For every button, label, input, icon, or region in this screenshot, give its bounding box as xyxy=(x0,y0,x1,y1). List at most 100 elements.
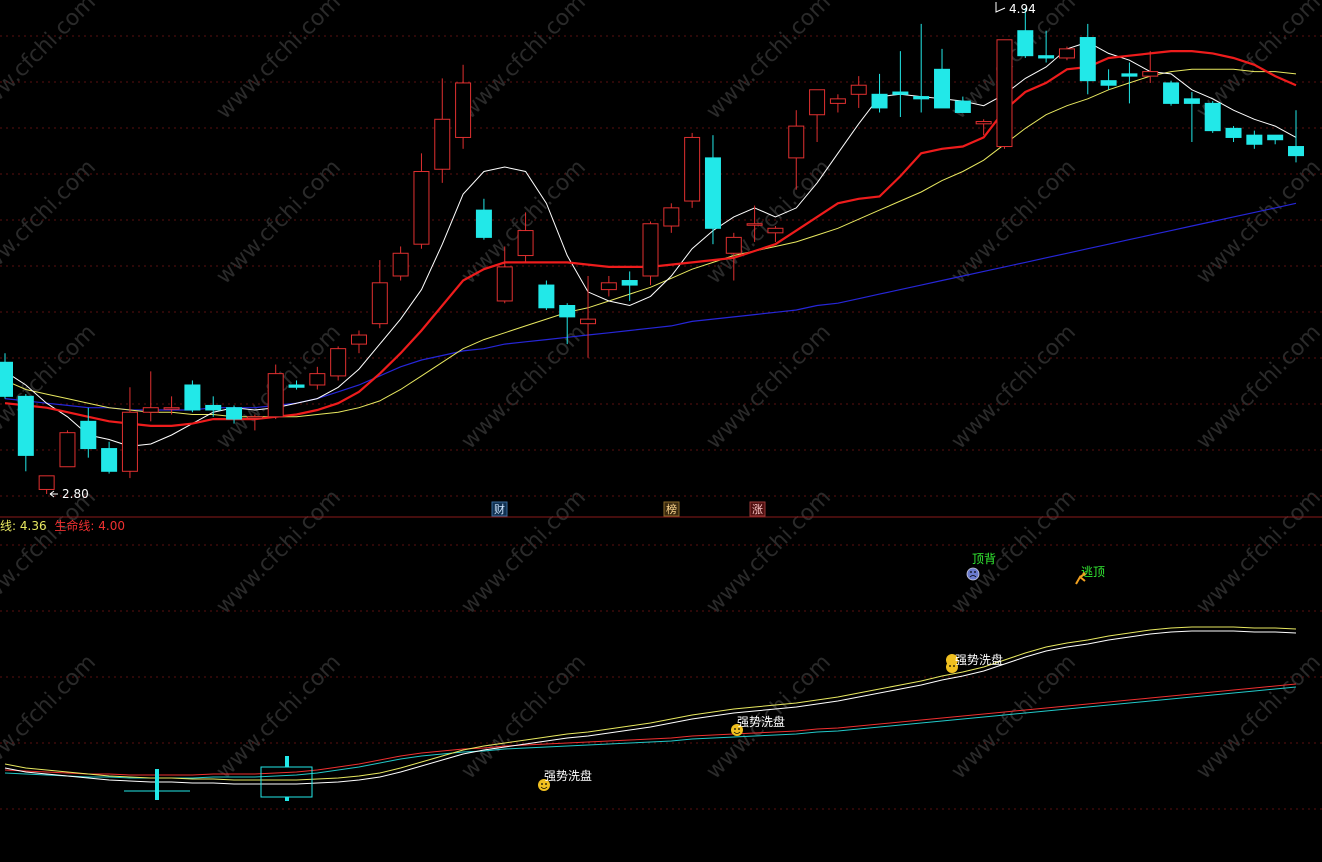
candle-body xyxy=(538,284,555,309)
watermark-text: www.cfchi.com xyxy=(212,485,346,619)
candle-body xyxy=(1288,146,1304,157)
candle-body xyxy=(184,384,201,411)
watermark-text: www.cfchi.com xyxy=(702,320,836,454)
up-candle xyxy=(455,64,472,149)
up-candle xyxy=(38,475,55,494)
candle-body xyxy=(934,68,951,109)
down-candle xyxy=(913,23,930,113)
candle-body xyxy=(1038,55,1055,59)
down-candle xyxy=(1246,130,1263,149)
watermark-text: www.cfchi.com xyxy=(457,0,591,124)
signal-dingbei-label: 顶背 xyxy=(972,552,996,566)
down-candle xyxy=(475,198,492,240)
down-candle xyxy=(892,51,909,118)
up-candle xyxy=(1058,46,1075,61)
candle-body xyxy=(267,373,284,418)
down-candle xyxy=(1183,92,1200,142)
watermark-text: www.cfchi.com xyxy=(702,485,836,619)
watermark-text: www.cfchi.com xyxy=(1192,485,1322,619)
watermark-text: www.cfchi.com xyxy=(0,155,101,289)
up-candle xyxy=(600,275,617,297)
legend-line1-value: 4.36 xyxy=(19,519,47,533)
down-candle xyxy=(205,396,222,417)
watermark-text: www.cfchi.com xyxy=(0,650,101,784)
signal-taoding-label: 逃顶 xyxy=(1081,565,1105,579)
candle-body xyxy=(892,91,909,95)
sub-white-line xyxy=(4,630,1297,785)
down-candle xyxy=(101,441,118,474)
up-candle xyxy=(642,221,659,286)
sub-grid xyxy=(0,544,1322,810)
legend-line2-name: 生命线: xyxy=(54,519,95,533)
high-price-label: 4.94 xyxy=(1009,2,1036,16)
candle-body xyxy=(496,266,513,302)
down-candle xyxy=(1267,134,1284,145)
legend-line1-name: 线: xyxy=(0,519,17,533)
candle-body xyxy=(163,407,180,410)
candle-body xyxy=(746,223,763,226)
watermark-text: www.cfchi.com xyxy=(947,650,1081,784)
up-candle xyxy=(413,153,430,249)
candle-body xyxy=(371,282,388,325)
candle-body xyxy=(1079,37,1096,82)
candle-body xyxy=(913,96,930,100)
candle-body xyxy=(1121,73,1138,77)
up-candle xyxy=(829,94,846,113)
candle-body xyxy=(788,125,805,159)
candle-body xyxy=(434,118,451,170)
up-candle xyxy=(975,119,992,136)
down-candle xyxy=(1288,110,1304,163)
signal-xipan-3: 强势洗盘 xyxy=(946,652,1003,673)
signal-xipan-1: 强势洗盘 xyxy=(538,768,592,791)
low-price-label: 2.80 xyxy=(62,487,89,501)
candle-body xyxy=(871,93,888,109)
candle-body xyxy=(246,416,263,419)
candle-body xyxy=(38,475,55,490)
candlestick-chart: www.cfchi.com www.cfchi.com www.cfchi.com w… xyxy=(0,0,1322,810)
candle-body xyxy=(642,223,659,277)
watermark-text: www.cfchi.com xyxy=(0,485,101,619)
candle-body xyxy=(954,100,971,113)
watermark-text: www.cfchi.com xyxy=(212,155,346,289)
candle-body xyxy=(59,432,76,468)
candle-body xyxy=(80,420,97,450)
candle-body xyxy=(392,252,409,277)
indicator-lines xyxy=(4,626,1297,785)
up-candle xyxy=(59,430,76,468)
candle-body xyxy=(0,361,13,397)
watermark-text: www.cfchi.com xyxy=(212,0,346,124)
candle-body xyxy=(1017,30,1034,57)
candle-body xyxy=(850,84,867,95)
candles xyxy=(0,8,1304,494)
down-candle xyxy=(871,73,888,113)
up-candle xyxy=(121,387,138,479)
down-candle xyxy=(1121,62,1138,104)
up-candle xyxy=(371,260,388,329)
candle-body xyxy=(684,136,701,202)
candle-body xyxy=(413,171,430,245)
candle-body xyxy=(455,82,472,138)
up-candle xyxy=(996,39,1013,149)
candle-body xyxy=(975,121,992,125)
marker-cai-text: 财 xyxy=(494,502,505,516)
watermark-text: www.cfchi.com xyxy=(457,650,591,784)
candle-body xyxy=(1225,127,1242,138)
candle-body xyxy=(350,334,367,345)
down-candle xyxy=(621,271,638,301)
candle-body xyxy=(288,384,305,388)
candle-body xyxy=(1163,82,1180,104)
watermark-text: www.cfchi.com xyxy=(702,155,836,289)
up-candle xyxy=(684,132,701,208)
candle-body xyxy=(1142,71,1159,77)
sad-face-icon xyxy=(966,567,980,581)
up-candle xyxy=(330,346,347,381)
watermark-text: www.cfchi.com xyxy=(212,650,346,784)
candle-body xyxy=(330,348,347,377)
candle-body xyxy=(809,89,826,116)
signal-taoding: 逃顶 xyxy=(1075,565,1105,585)
candle-body xyxy=(1058,48,1075,59)
marker-bang: 榜 xyxy=(663,501,680,517)
indicator-legend: 线: 4.36 生命线: 4.00 xyxy=(0,517,125,534)
watermark-text: www.cfchi.com xyxy=(947,320,1081,454)
candle-body xyxy=(1204,102,1221,132)
